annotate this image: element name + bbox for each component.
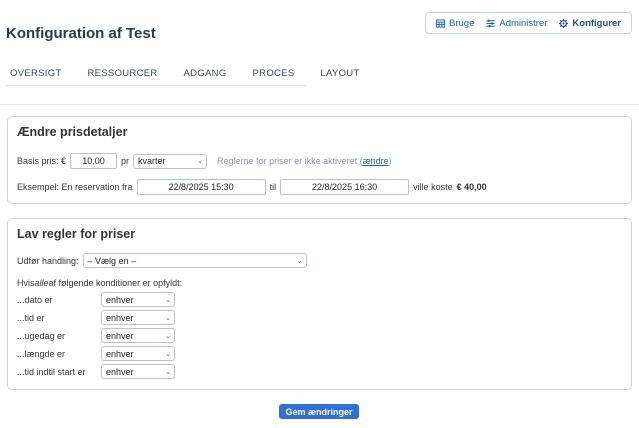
per-label: pr [121,156,130,166]
action-select-value: – Vælg en – [87,255,137,266]
condition-label: ...tid indtil start er [17,366,86,377]
nav-brug[interactable]: Bruge [436,18,474,29]
chevron-down-icon: ⌄ [165,332,171,340]
chevron-down-icon: ⌄ [197,158,204,165]
action-label: Udfør handling: [17,255,79,266]
save-button[interactable]: Gem ændringer [279,404,359,419]
condition-row: ...tid indtil start er enhver ⌄ [17,364,175,379]
condition-select-value: enhver [106,330,134,341]
action-row: Udfør handling: – Vælg en – ⌄ [17,253,307,268]
condition-select[interactable]: enhver ⌄ [101,310,175,325]
nav-brug-label: Bruge [449,17,475,29]
condition-row: ...længde er enhver ⌄ [17,346,175,361]
condition-row: ...ugedag er enhver ⌄ [17,328,175,343]
chevron-down-icon: ⌄ [296,257,303,265]
nav-administrer[interactable]: Administrer [486,18,547,29]
to-datetime-input[interactable] [280,179,410,195]
tab-bar: OVERSIGT RESSOURCER ADGANG PROCES LAYOUT [6,62,359,86]
tab-proces[interactable]: PROCES [248,62,300,85]
chevron-down-icon: ⌄ [165,296,171,304]
chevron-down-icon: ⌄ [165,314,171,322]
condition-select-value: enhver [106,348,134,359]
rules-change-link[interactable]: ændre [363,156,389,166]
condition-row: ...tid er enhver ⌄ [17,310,175,325]
calendar-grid-icon [436,18,445,28]
price-rules-heading: Lav regler for priser [17,227,136,241]
sliders-icon [486,19,495,27]
condition-label: ...længde er [17,348,66,359]
condition-select[interactable]: enhver ⌄ [101,346,175,361]
condition-select[interactable]: enhver ⌄ [101,328,175,343]
nav-administrer-label: Administrer [499,17,548,29]
price-rules-panel: Lav regler for priser Udfør handling: – … [7,218,632,390]
nav-konfigurer-label: Konfigurer [572,17,621,29]
page-title: Konfiguration af Test [6,25,156,42]
condition-label: ...tid er [17,312,45,323]
action-select[interactable]: – Vælg en – ⌄ [82,253,307,268]
condition-select-value: enhver [106,366,134,377]
condition-label: ...ugedag er [17,330,66,341]
condition-select-value: enhver [106,294,134,305]
condition-intro: Hvis alle af følgende konditioner er opf… [17,278,183,288]
cost-value: € 40,00 [456,182,487,192]
chevron-down-icon: ⌄ [165,350,171,358]
from-datetime-input[interactable] [136,179,266,195]
tab-layout[interactable]: LAYOUT [315,62,364,85]
condition-select[interactable]: enhver ⌄ [101,364,175,379]
rules-notice: Reglerne for priser er ikke aktiveret (æ… [217,156,392,166]
unit-select-value: kvarter [138,156,166,166]
price-details-heading: Ændre prisdetaljer [17,125,128,139]
gear-icon [559,18,569,28]
to-label: til [269,182,277,192]
base-price-row: Basis pris: € pr kvarter ⌄ Reglerne for … [17,153,392,169]
condition-select-value: enhver [106,312,134,323]
top-nav: Bruge Administrer Konfigurer [425,12,632,34]
base-price-input[interactable] [70,153,118,169]
tab-oversigt[interactable]: OVERSIGT [6,62,67,85]
condition-select[interactable]: enhver ⌄ [101,292,175,307]
price-details-panel: Ændre prisdetaljer Basis pris: € pr kvar… [7,116,632,204]
chevron-down-icon: ⌄ [165,368,171,376]
example-label: Eksempel: En reservation fra [17,182,133,192]
cost-label: ville koste [413,182,453,192]
unit-select[interactable]: kvarter ⌄ [133,153,208,169]
example-row: Eksempel: En reservation fra til ville k… [17,179,487,195]
nav-konfigurer[interactable]: Konfigurer [559,18,621,29]
tab-ressourcer[interactable]: RESSOURCER [83,62,163,85]
tab-adgang[interactable]: ADGANG [179,62,232,85]
divider [0,104,639,105]
base-price-label: Basis pris: € [17,156,67,166]
condition-label: ...dato er [17,294,53,305]
condition-row: ...dato er enhver ⌄ [17,292,175,307]
